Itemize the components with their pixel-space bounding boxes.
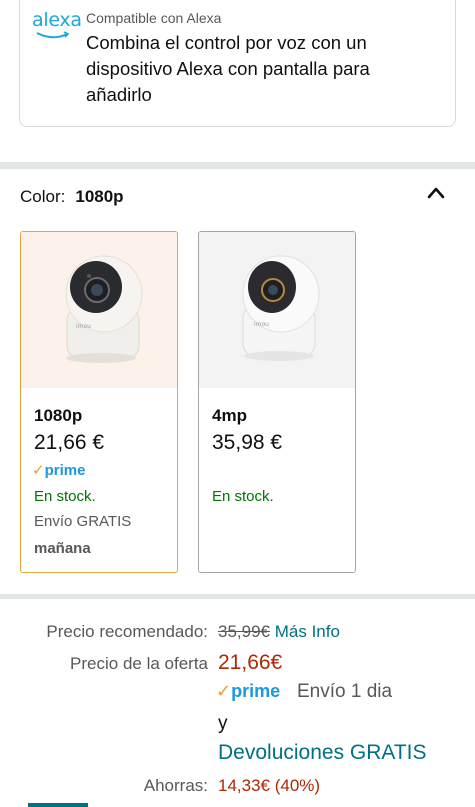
offer-price-value: 21,66€	[218, 651, 283, 674]
chevron-up-icon[interactable]	[427, 186, 445, 200]
savings-value: 14,33€ (40%)	[218, 776, 321, 795]
prime-badge: ✓prime	[216, 681, 281, 701]
section-divider	[0, 162, 475, 169]
variant-card-1080p[interactable]: imou 1080p 21,66 € ✓prime En stock. Enví…	[20, 231, 178, 573]
camera-image: imou	[242, 255, 320, 361]
svg-text:imou: imou	[76, 323, 91, 330]
camera-image: imou	[65, 255, 143, 363]
selected-color-value: 1080p	[75, 187, 124, 206]
alexa-smile-icon	[36, 31, 70, 39]
savings-label: Ahorras:	[143, 776, 208, 795]
color-selector-header: Color: 1080p	[20, 187, 124, 207]
recommended-price: 35,99€ Más Info	[218, 622, 340, 642]
prime-badge: ✓prime	[32, 462, 86, 479]
product-image: imou	[199, 232, 355, 388]
alexa-description: Combina el control por voz con un dispos…	[86, 32, 370, 105]
variant-stock: En stock.	[34, 488, 96, 505]
more-info-link[interactable]: Más Info	[275, 622, 340, 641]
recommended-price-label: Precio recomendado:	[46, 622, 208, 641]
prime-check-icon: ✓	[32, 462, 45, 479]
alexa-logo: alexa	[32, 9, 82, 39]
free-returns-link[interactable]: Devoluciones GRATIS	[218, 741, 427, 765]
variant-stock: En stock.	[212, 488, 274, 505]
recommended-price-value: 35,99€	[218, 622, 270, 641]
section-divider	[0, 594, 475, 599]
shipping-time: Envío 1 dia	[297, 681, 393, 702]
variant-price: 21,66 €	[34, 431, 105, 454]
variant-name: 4mp	[212, 406, 247, 425]
variant-price: 35,98 €	[212, 431, 283, 454]
svg-text:imou: imou	[254, 321, 269, 328]
prime-check-icon: ✓	[216, 681, 232, 701]
variant-shipping: Envío GRATIS	[34, 513, 132, 530]
variant-name: 1080p	[34, 406, 83, 425]
variant-delivery-day: mañana	[34, 540, 91, 557]
color-label: Color:	[20, 187, 66, 206]
product-image: imou	[21, 232, 177, 388]
alexa-compatibility-card[interactable]: alexa Compatible con Alexa Combina el co…	[19, 0, 456, 127]
offer-price-label: Precio de la oferta	[70, 654, 208, 673]
variant-card-4mp[interactable]: imou 4mp 35,98 € En stock.	[198, 231, 356, 573]
conjunction-text: y	[218, 713, 228, 734]
tab-indicator	[28, 803, 88, 807]
alexa-compatible-label: Compatible con Alexa	[86, 10, 222, 26]
